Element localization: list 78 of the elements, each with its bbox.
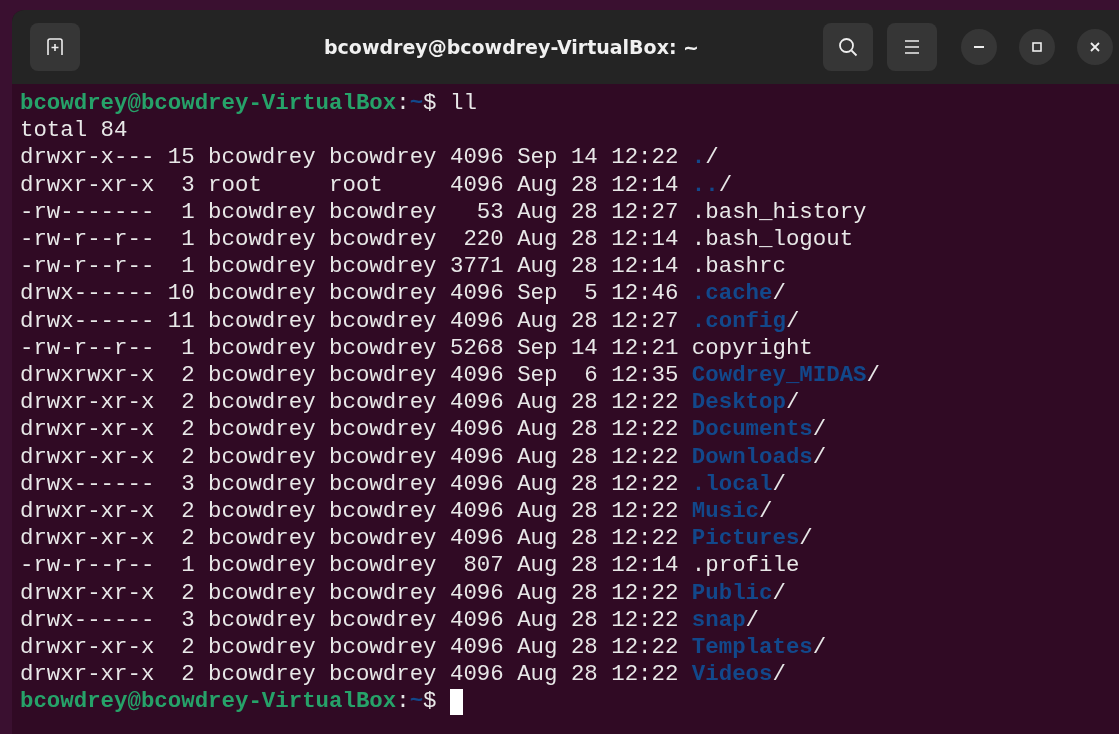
prompt-sigil: $ [423,688,437,716]
directory-name: Downloads [691,443,813,471]
new-tab-button[interactable] [30,23,80,71]
maximize-icon [1031,41,1043,53]
directory-name: Videos [691,661,773,689]
directory-name: Templates [691,634,813,662]
new-tab-icon [46,38,64,56]
slash-suffix: / [718,171,733,199]
file-name: .profile [691,552,800,580]
file-info: drwx------ 11 bcowdrey bcowdrey 4096 Aug 28 12:27 [20,307,680,335]
search-icon [838,37,858,57]
directory-name: Public [691,579,773,607]
slash-suffix: / [866,362,880,390]
file-info: drwx------ 10 bcowdrey bcowdrey 4096 Sep 5 12:46 [20,280,680,308]
file-info: drwxr-xr-x 2 bcowdrey bcowdrey 4096 Aug 28 12:22 [20,498,680,526]
slash-suffix: / [772,280,786,308]
slash-suffix: / [745,606,760,635]
directory-name: Pictures [691,525,800,553]
file-info: -rw-r--r-- 1 bcowdrey bcowdrey 807 Aug 28 12:14 [20,552,680,580]
prompt-path: ~ [409,688,424,716]
directory-name: .cache [691,280,773,308]
total-line: total 84 [20,117,128,145]
file-info: drwxr-x--- 15 bcowdrey bcowdrey 4096 Sep 14 12:22 [20,144,680,172]
menu-icon [903,39,921,55]
file-info: drwx------ 3 bcowdrey bcowdrey 4096 Aug 28 12:22 [20,470,680,499]
file-info: drwxr-xr-x 2 bcowdrey bcowdrey 4096 Aug 28 12:22 [20,443,680,471]
window-title: bcowdrey@bcowdrey-VirtualBox: ~ [322,36,700,58]
close-button[interactable] [1077,29,1113,65]
directory-name: .local [691,470,773,499]
slash-suffix: / [772,661,786,689]
directory-name: Documents [691,416,813,444]
directory-name: . [691,144,706,172]
directory-name: .. [691,171,719,199]
slash-suffix: / [812,416,827,444]
file-info: drwxr-xr-x 2 bcowdrey bcowdrey 4096 Aug 28 12:22 [20,416,680,444]
directory-name: Desktop [691,389,786,417]
file-info: drwxr-xr-x 2 bcowdrey bcowdrey 4096 Aug 28 12:22 [20,661,680,689]
search-button[interactable] [823,23,873,71]
slash-suffix: / [812,634,827,662]
text-cursor [450,689,464,716]
directory-name: .config [691,307,786,335]
file-info: drwxr-xr-x 2 bcowdrey bcowdrey 4096 Aug 28 12:22 [20,525,680,553]
file-info: -rw-r--r-- 1 bcowdrey bcowdrey 3771 Aug 28 12:14 [20,253,680,281]
file-info: drwxr-xr-x 2 bcowdrey bcowdrey 4096 Aug 28 12:22 [20,389,680,417]
file-info: drwxrwxr-x 2 bcowdrey bcowdrey 4096 Sep 6 12:35 [20,362,680,390]
file-info: drwxr-xr-x 2 bcowdrey bcowdrey 4096 Aug 28 12:22 [20,634,680,662]
directory-name: snap [691,606,746,635]
file-name: .bash_history [691,198,867,226]
slash-suffix: / [785,389,800,417]
slash-suffix: / [705,144,719,172]
file-info: -rw-r--r-- 1 bcowdrey bcowdrey 5268 Sep 14 12:21 [20,334,680,363]
slash-suffix: / [759,498,773,526]
file-info: -rw------- 1 bcowdrey bcowdrey 53 Aug 28 12:27 [20,198,680,226]
file-info: drwxr-xr-x 2 bcowdrey bcowdrey 4096 Aug 28 12:22 [20,579,680,607]
menu-button[interactable] [887,23,937,71]
maximize-button[interactable] [1019,29,1055,65]
file-name: copyright [691,334,813,363]
prompt-separator: : [396,90,410,118]
file-info: drwxr-xr-x 3 root root 4096 Aug 28 12:14 [20,171,680,199]
minimize-icon [974,46,984,48]
prompt-separator: : [396,688,410,716]
command-text: ll [450,90,477,118]
prompt-sigil: $ [423,90,437,118]
slash-suffix: / [799,525,813,553]
file-info: drwx------ 3 bcowdrey bcowdrey 4096 Aug 28 12:22 [20,606,680,635]
slash-suffix: / [772,579,786,607]
file-info: -rw-r--r-- 1 bcowdrey bcowdrey 220 Aug 28 12:14 [20,226,680,254]
slash-suffix: / [772,470,786,499]
slash-suffix: / [812,443,827,471]
prompt-path: ~ [409,90,424,118]
prompt-user-host: bcowdrey@bcowdrey-VirtualBox [20,688,397,716]
directory-name: Cowdrey_MIDAS [691,362,867,390]
file-name: .bash_logout [691,226,854,254]
slash-suffix: / [785,307,800,335]
file-name: .bashrc [691,253,786,281]
close-icon [1089,41,1101,53]
prompt-user-host: bcowdrey@bcowdrey-VirtualBox [20,90,397,118]
directory-name: Music [691,498,760,526]
